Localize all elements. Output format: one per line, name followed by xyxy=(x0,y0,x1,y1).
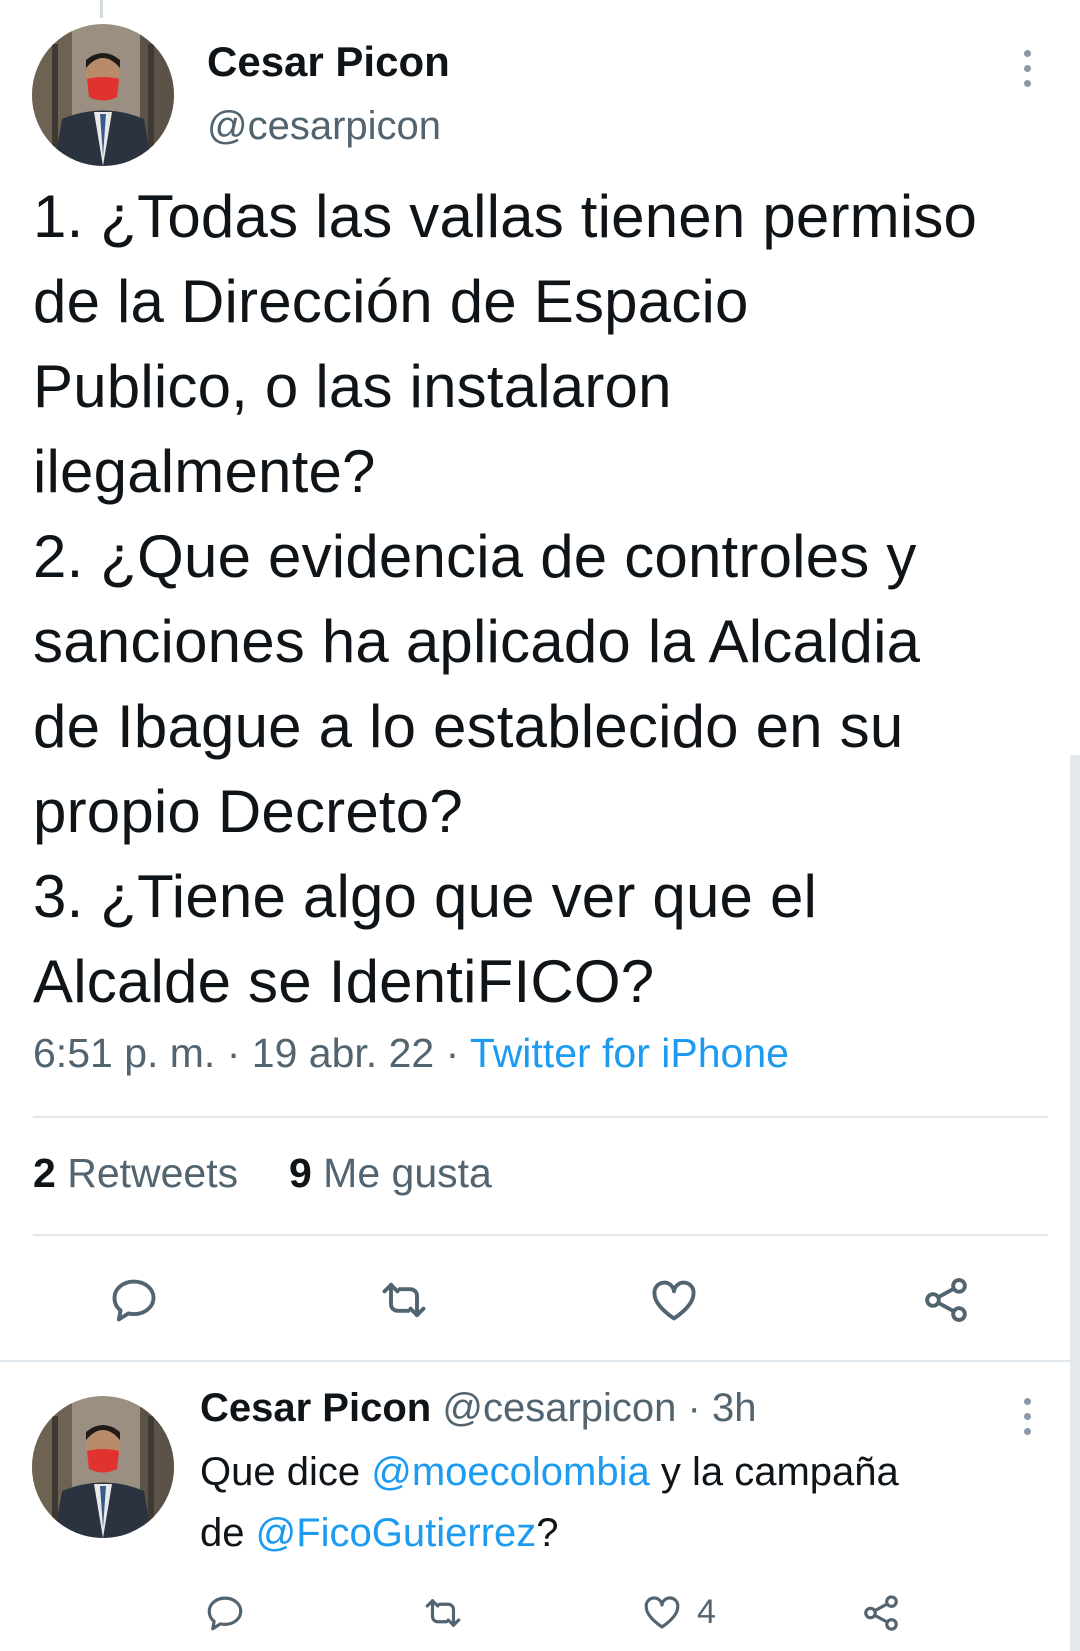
likes-stat[interactable]: 9 Me gusta xyxy=(289,1150,492,1196)
tweet-text-line: 2. ¿Que evidencia de controles y xyxy=(33,523,917,590)
author-handle[interactable]: @cesarpicon xyxy=(207,104,441,149)
meta-separator: · xyxy=(687,1386,701,1430)
thread-connector-line xyxy=(100,0,103,18)
reply-text-part: Que dice xyxy=(200,1450,372,1494)
retweet-button[interactable] xyxy=(376,1274,432,1326)
retweets-count: 2 xyxy=(33,1150,56,1196)
reply-text-part: y la campaña xyxy=(649,1450,899,1494)
avatar[interactable] xyxy=(32,24,174,166)
reply-text-part: de xyxy=(200,1511,256,1555)
share-icon xyxy=(925,1278,967,1322)
more-options-icon[interactable] xyxy=(1017,1398,1037,1435)
like-count: 4 xyxy=(697,1592,716,1631)
tweet-meta: 6:51 p. m. · 19 abr. 22 · Twitter for iP… xyxy=(33,1030,789,1077)
tweet-text: 1. ¿Todas las vallas tienen permiso de l… xyxy=(33,174,1063,1024)
reply-icon xyxy=(207,1596,243,1631)
reply-header: Cesar Picon @cesarpicon · 3h xyxy=(200,1386,756,1431)
reply-icon xyxy=(112,1279,156,1322)
tweet-text-line: 1. ¿Todas las vallas tienen permiso xyxy=(33,183,978,250)
more-options-icon[interactable] xyxy=(1017,50,1037,87)
likes-count: 9 xyxy=(288,1150,312,1196)
tweet-text-line: de Ibague a lo establecido en su xyxy=(33,693,904,760)
tweet-text-line: 3. ¿Tiene algo que ver que el xyxy=(33,863,818,930)
divider xyxy=(33,1116,1048,1118)
like-button[interactable] xyxy=(648,1274,700,1326)
tweet-source-link[interactable]: Twitter for iPhone xyxy=(470,1030,789,1076)
retweet-icon xyxy=(382,1282,426,1318)
retweet-icon xyxy=(425,1599,461,1627)
tweet-date[interactable]: 19 abr. 22 xyxy=(252,1030,434,1076)
retweet-button[interactable] xyxy=(420,1592,466,1634)
meta-separator: · xyxy=(445,1030,460,1076)
likes-label: Me gusta xyxy=(323,1150,492,1196)
avatar[interactable] xyxy=(32,1396,174,1538)
reply-text: Que dice @moecolombia y la campaña de @F… xyxy=(200,1442,1050,1564)
tweet-text-line: de la Dirección de Espacio xyxy=(33,268,749,335)
like-icon xyxy=(644,1596,680,1629)
share-icon xyxy=(864,1595,898,1631)
scrollbar[interactable] xyxy=(1070,755,1080,1651)
mention-link[interactable]: @FicoGutierrez xyxy=(256,1511,537,1555)
author-name[interactable]: Cesar Picon xyxy=(200,1386,431,1430)
reply-button[interactable] xyxy=(204,1592,246,1634)
like-icon xyxy=(652,1280,696,1321)
retweets-label: Retweets xyxy=(67,1150,239,1196)
tweet-text-line: Alcalde se IdentiFICO? xyxy=(33,948,655,1015)
tweet-time[interactable]: 3h xyxy=(712,1386,757,1430)
meta-separator: · xyxy=(226,1030,241,1076)
tweet-text-line: Publico, o las instalaron xyxy=(33,353,672,420)
divider xyxy=(33,1234,1048,1236)
tweet-text-line: ilegalmente? xyxy=(33,438,376,505)
share-button[interactable] xyxy=(860,1592,902,1634)
like-button[interactable]: 4 xyxy=(641,1591,716,1633)
tweet-stats: 2 Retweets 9 Me gusta xyxy=(33,1150,492,1197)
tweet-text-line: sanciones ha aplicado la Alcaldia xyxy=(33,608,921,675)
section-separator xyxy=(0,1360,1080,1362)
reply-button[interactable] xyxy=(108,1274,160,1326)
tweet-time[interactable]: 6:51 p. m. xyxy=(33,1030,215,1076)
author-name[interactable]: Cesar Picon xyxy=(207,38,450,86)
share-button[interactable] xyxy=(920,1274,972,1326)
mention-link[interactable]: @moecolombia xyxy=(371,1450,650,1494)
reply-text-part: ? xyxy=(536,1511,559,1555)
tweet-text-line: propio Decreto? xyxy=(33,778,463,845)
author-handle[interactable]: @cesarpicon xyxy=(442,1386,676,1430)
retweets-stat[interactable]: 2 Retweets xyxy=(33,1150,238,1196)
